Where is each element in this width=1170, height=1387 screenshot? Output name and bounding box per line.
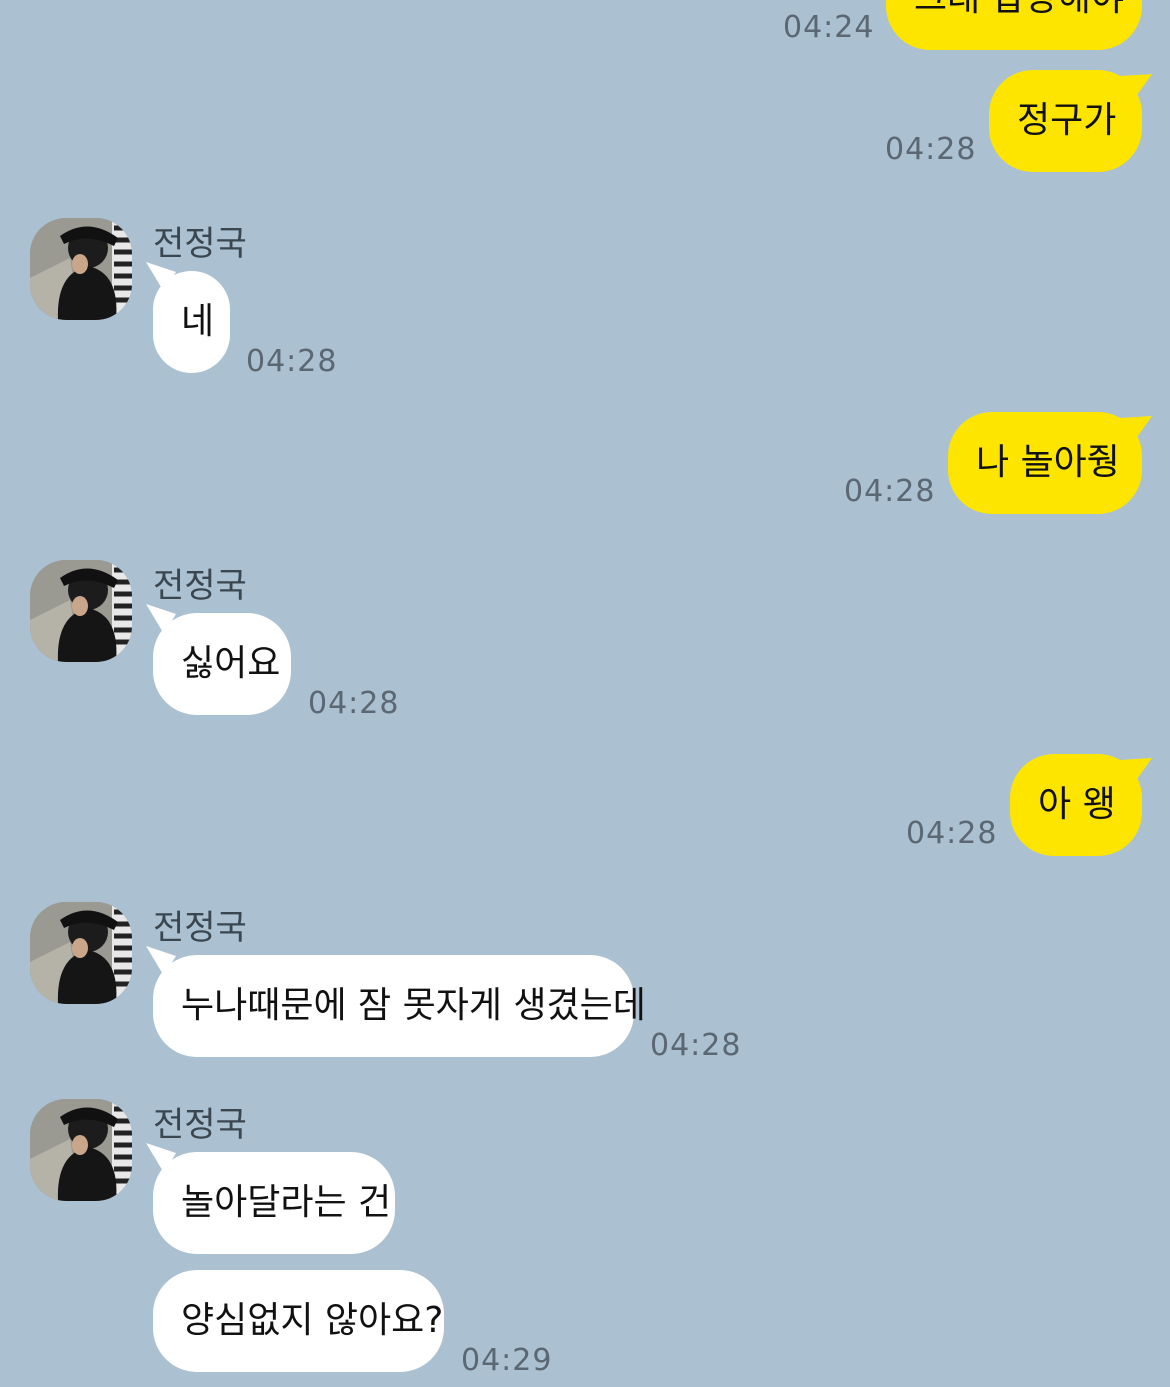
avatar[interactable] [30, 902, 132, 1004]
message-timestamp: 04:28 [246, 344, 338, 379]
avatar[interactable] [30, 1099, 132, 1201]
bubble-tail-icon [146, 604, 176, 634]
message-bubble-theirs[interactable]: 양심없지 않아요? [153, 1270, 444, 1372]
sender-name: 전정국 [153, 1105, 247, 1145]
bubble-tail-icon [146, 946, 176, 976]
avatar[interactable] [30, 218, 132, 320]
avatar[interactable] [30, 560, 132, 662]
bubble-tail-icon [1120, 416, 1152, 444]
message-timestamp: 04:24 [783, 10, 875, 45]
message-bubble-mine[interactable]: 나 놀아줭 [948, 412, 1142, 514]
message-timestamp: 04:29 [461, 1343, 553, 1378]
message-bubble-mine[interactable]: 그래 답장해야 [886, 0, 1142, 50]
message-timestamp: 04:28 [650, 1028, 742, 1063]
sender-name: 전정국 [153, 566, 247, 606]
message-timestamp: 04:28 [844, 474, 936, 509]
bubble-tail-icon [146, 1143, 176, 1173]
chat-message-list[interactable]: 그래 답장해야 04:24 정구가 04:28 전정국 네 04:28 나 놀아… [0, 0, 1170, 1387]
message-timestamp: 04:28 [885, 132, 977, 167]
bubble-tail-icon [146, 262, 176, 292]
bubble-tail-icon [1120, 74, 1152, 102]
message-bubble-theirs[interactable]: 놀아달라는 건 [153, 1152, 395, 1254]
message-bubble-theirs[interactable]: 누나때문에 잠 못자게 생겼는데 [153, 955, 646, 1057]
message-timestamp: 04:28 [308, 686, 400, 721]
sender-name: 전정국 [153, 908, 247, 948]
message-timestamp: 04:28 [906, 816, 998, 851]
bubble-tail-icon [1120, 758, 1152, 786]
sender-name: 전정국 [153, 224, 247, 264]
